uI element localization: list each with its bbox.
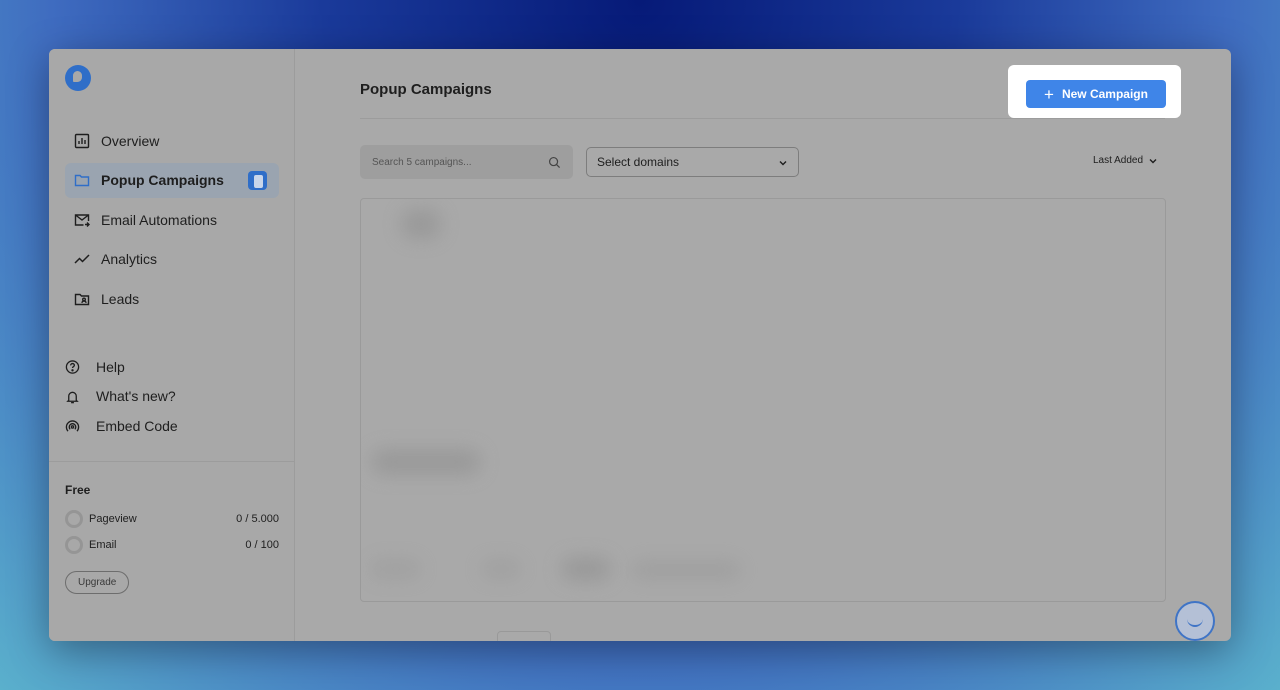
campaigns-panel [360, 198, 1166, 602]
page-title: Popup Campaigns [360, 81, 492, 98]
domains-select[interactable]: Select domains [586, 147, 799, 177]
sidebar: Overview Popup Campaigns Email Automatio… [49, 49, 295, 641]
mail-icon [74, 212, 90, 228]
sidebar-item-overview[interactable]: Overview [65, 123, 279, 158]
sidebar-item-label: Overview [101, 132, 160, 149]
sidebar-item-popup-campaigns[interactable]: Popup Campaigns [65, 162, 279, 198]
sidebar-item-label: Email Automations [101, 211, 217, 228]
sidebar-divider [49, 461, 295, 462]
blurred-content [561, 557, 611, 581]
pagination-control[interactable] [497, 631, 551, 641]
new-campaign-button[interactable]: + New Campaign [1026, 80, 1166, 108]
blurred-content [371, 559, 421, 579]
whats-new-link[interactable]: What's new? [65, 382, 178, 412]
sidebar-item-analytics[interactable]: Analytics [65, 242, 279, 277]
usage-value: 0 / 100 [245, 539, 279, 551]
help-icon [65, 359, 80, 374]
plan-usage: Free Pageview 0 / 5.000 Email 0 / 100 Up… [65, 483, 279, 594]
sidebar-item-leads[interactable]: Leads [65, 281, 279, 316]
contact-folder-icon [74, 291, 90, 307]
folder-icon [74, 172, 90, 188]
progress-ring-icon [65, 536, 83, 554]
chevron-down-icon [1148, 156, 1158, 166]
chart-icon [74, 133, 90, 149]
search-input[interactable] [372, 156, 548, 168]
sidebar-links: Help What's new? Embed Code [65, 352, 178, 441]
help-label: Help [96, 358, 125, 375]
help-link[interactable]: Help [65, 352, 178, 382]
blurred-content [371, 449, 481, 475]
blurred-content [631, 561, 741, 579]
chat-support-icon[interactable] [1175, 601, 1215, 641]
usage-row-email: Email 0 / 100 [65, 532, 279, 558]
usage-label: Email [89, 539, 117, 551]
app-window: Overview Popup Campaigns Email Automatio… [49, 49, 1231, 641]
campaign-badge-icon [248, 170, 267, 190]
plus-icon: + [1044, 84, 1054, 104]
sidebar-item-label: Leads [101, 290, 140, 307]
search-icon[interactable] [548, 156, 561, 169]
title-divider [360, 118, 1165, 119]
chevron-down-icon [778, 157, 788, 167]
sidebar-item-email-automations[interactable]: Email Automations [65, 202, 279, 237]
blurred-content [481, 559, 521, 579]
app-logo[interactable] [65, 65, 91, 91]
usage-label: Pageview [89, 513, 137, 525]
new-campaign-label: New Campaign [1061, 87, 1148, 101]
embed-code-label: Embed Code [96, 417, 178, 434]
plan-title: Free [65, 483, 91, 497]
sidebar-item-label: Analytics [101, 251, 158, 267]
usage-row-pageview: Pageview 0 / 5.000 [65, 506, 279, 532]
usage-value: 0 / 5.000 [236, 513, 279, 525]
trend-icon [74, 251, 90, 267]
blurred-content [401, 209, 441, 239]
sidebar-nav: Overview Popup Campaigns Email Automatio… [65, 123, 279, 321]
embed-code-link[interactable]: Embed Code [65, 411, 178, 441]
progress-ring-icon [65, 510, 83, 528]
domains-select-value: Select domains [597, 155, 680, 169]
main-content: Popup Campaigns + New Campaign Select do… [295, 49, 1231, 641]
search-box [360, 145, 573, 179]
broadcast-icon [65, 418, 80, 433]
whats-new-label: What's new? [96, 388, 176, 405]
upgrade-button[interactable]: Upgrade [65, 571, 130, 594]
bell-icon [65, 389, 80, 404]
sort-dropdown[interactable]: Last Added [1093, 155, 1158, 166]
sort-label: Last Added [1093, 155, 1144, 166]
sidebar-item-label: Popup Campaigns [101, 172, 224, 188]
